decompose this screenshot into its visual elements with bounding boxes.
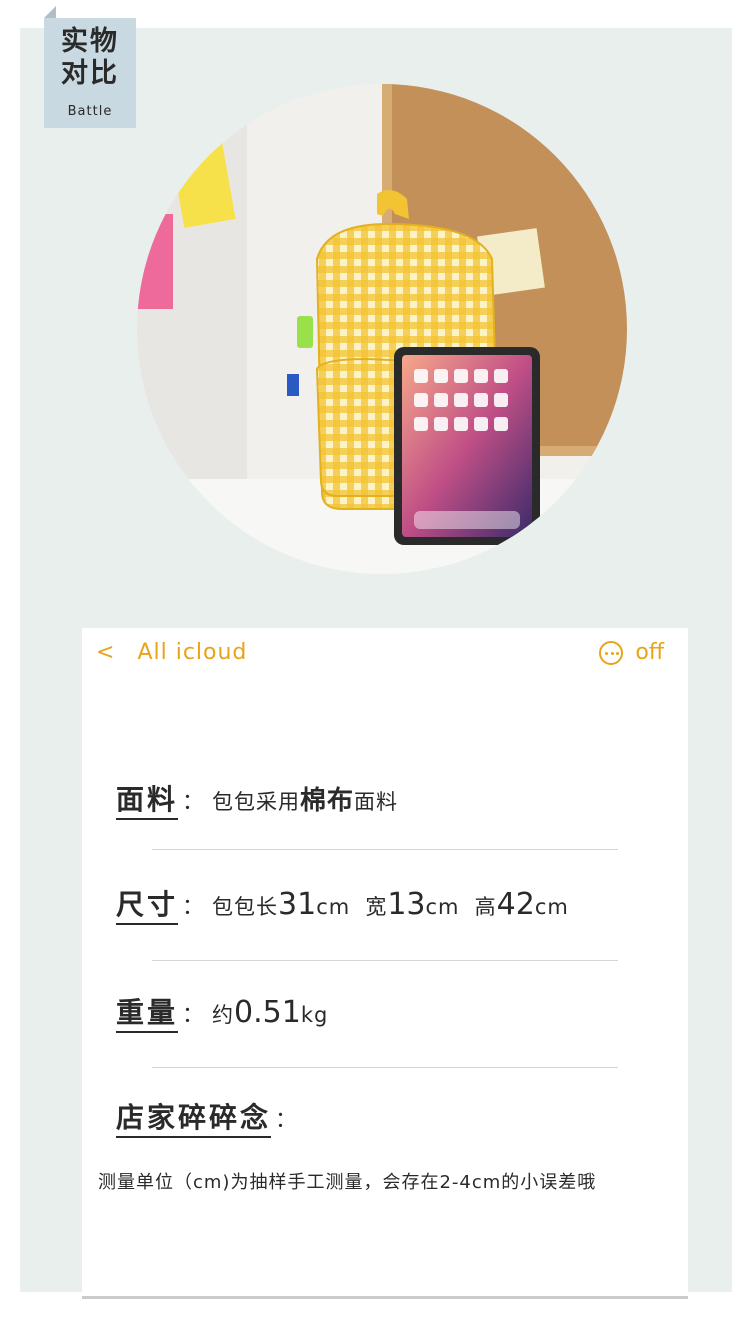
more-label: off (635, 640, 664, 665)
weight-label: 重量 (116, 996, 179, 1033)
back-to-all-icloud-link[interactable]: < All icloud (96, 638, 247, 668)
back-label: All icloud (137, 640, 248, 665)
size-height-unit: cm (534, 895, 569, 919)
weight-prefix: 约 (212, 1003, 235, 1027)
badge-line-2: 对比 (61, 58, 119, 89)
size-height-value: 42 (496, 887, 535, 922)
material-fabric: 棉布 (300, 786, 355, 816)
more-dots-icon (599, 641, 624, 665)
chevron-left-icon: < (96, 640, 116, 665)
divider (152, 1067, 618, 1068)
weight-row: 重量： 约0.51kg (116, 991, 329, 1033)
divider (152, 849, 618, 850)
measurement-footnote: 测量单位（cm)为抽样手工测量，会存在2-4cm的小误差哦 (98, 1172, 597, 1193)
material-colon: ： (182, 790, 205, 815)
material-text-c: 面料 (354, 790, 399, 814)
more-options-button[interactable]: off (599, 638, 664, 668)
badge-line-1: 实物 (61, 26, 119, 57)
size-length-value: 31 (278, 887, 317, 922)
size-length-unit: cm (316, 895, 351, 919)
divider (152, 960, 618, 961)
store-note-label: 店家碎碎念 (116, 1101, 272, 1138)
spec-card: < All icloud off 面料：包包采用棉布面料 尺寸：包包长31cm … (82, 628, 688, 1296)
size-label: 尺寸 (116, 888, 179, 925)
card-nav-bar: < All icloud off (96, 638, 664, 672)
material-text-a: 包包采用 (212, 790, 301, 814)
size-width-value: 13 (387, 887, 426, 922)
weight-value: 0.51 (234, 995, 301, 1030)
weight-colon: ： (182, 1003, 205, 1028)
product-photo (137, 84, 627, 574)
badge-fold (44, 6, 56, 18)
size-colon: ： (182, 895, 205, 920)
material-row: 面料：包包采用棉布面料 (116, 778, 399, 820)
badge-subtitle: Battle (67, 104, 113, 119)
size-height-prefix: 高 (474, 895, 497, 919)
backpack-photo-illustration (137, 84, 627, 574)
material-label: 面料 (116, 783, 179, 820)
size-width-prefix: 宽 (365, 895, 388, 919)
size-length-prefix: 包包长 (212, 895, 279, 919)
size-row: 尺寸：包包长31cm 宽13cm 高42cm (116, 883, 569, 925)
battle-badge: 实物 对比 Battle (44, 18, 136, 128)
note-row: 店家碎碎念： (116, 1096, 305, 1138)
weight-unit: kg (300, 1003, 329, 1027)
size-width-unit: cm (425, 895, 460, 919)
store-note-colon: ： (275, 1108, 298, 1133)
